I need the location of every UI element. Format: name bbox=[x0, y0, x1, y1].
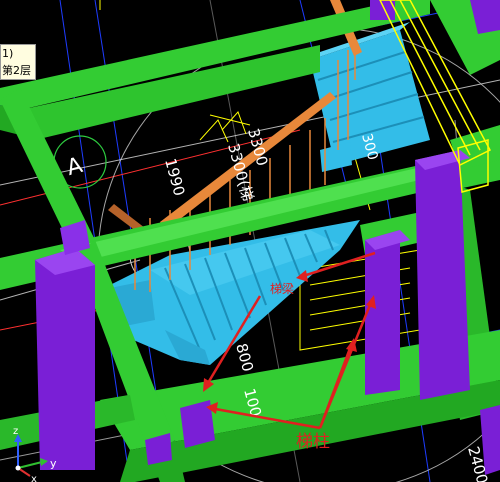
dimension-1990: 1990 bbox=[161, 156, 188, 198]
stair-beam-label: 梯梁 bbox=[270, 281, 294, 296]
tooltip-floor-label: 第2层 bbox=[2, 64, 31, 77]
dimension-800: 800 bbox=[232, 341, 257, 373]
triad-z-label: z bbox=[13, 426, 18, 437]
triad-y-label: y bbox=[50, 457, 57, 470]
triad-x-label: x bbox=[31, 474, 37, 482]
stair-column-label: 梯柱 bbox=[296, 432, 330, 452]
axis-label-a: A bbox=[64, 153, 85, 181]
cad-3d-viewport[interactable]: A 3300 3300(梯 1990 300 800 100 2400 梯梁 梯… bbox=[0, 0, 500, 482]
floor-tooltip: 1) 第2层 bbox=[0, 44, 36, 80]
tooltip-line-1: 1) bbox=[2, 47, 14, 60]
